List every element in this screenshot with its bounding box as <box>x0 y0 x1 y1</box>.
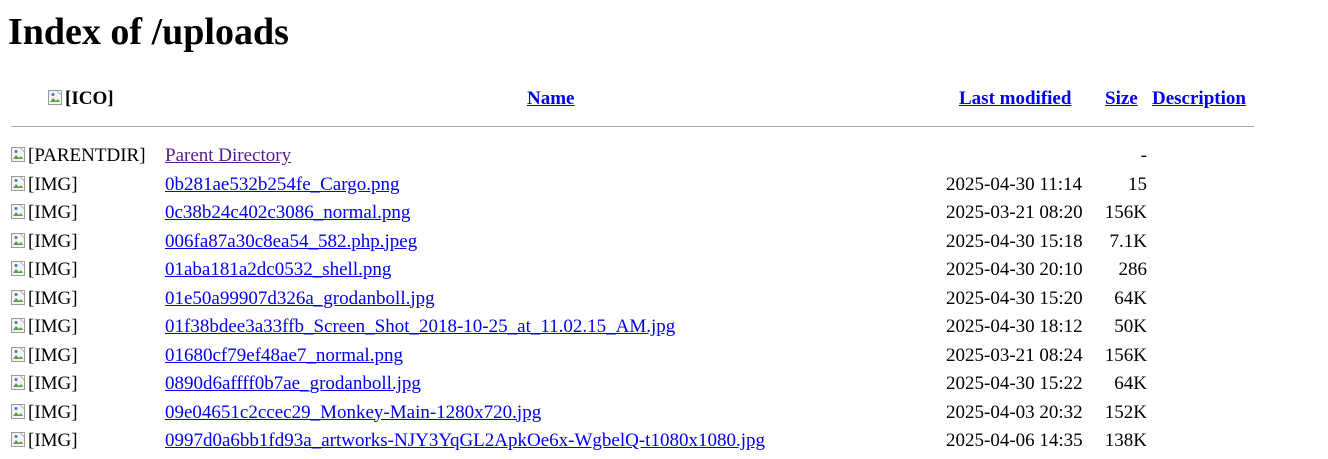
broken-image-icon <box>11 432 27 448</box>
file-row: [IMG] 09e04651c2ccec29_Monkey-Main-1280x7… <box>0 399 1328 427</box>
broken-image-icon <box>11 204 27 220</box>
sort-by-name-link[interactable]: Name <box>527 88 574 109</box>
file-link[interactable]: 0c38b24c402c3086_normal.png <box>165 199 410 227</box>
file-row: [IMG] 0c38b24c402c3086_normal.png 2025-03-… <box>0 199 1328 227</box>
sort-by-description-link[interactable]: Description <box>1152 88 1246 109</box>
icon-alt-text: [IMG] <box>28 202 78 223</box>
icon-alt-text: [IMG] <box>28 373 78 394</box>
file-link[interactable]: 01aba181a2dc0532_shell.png <box>165 256 391 284</box>
page-title: Index of /uploads <box>8 11 289 53</box>
size-value: 286 <box>1118 259 1148 280</box>
file-link[interactable]: 0b281ae532b254fe_Cargo.png <box>165 171 399 199</box>
last-modified-value: 2025-03-21 08:24 <box>946 344 1083 366</box>
last-modified-value: 2025-04-30 20:10 <box>946 259 1083 280</box>
row-icon-cell: [IMG] <box>11 228 78 256</box>
size-value: 64K <box>1114 373 1147 394</box>
size-value: 156K <box>1104 202 1147 223</box>
size-value: - <box>1140 145 1147 166</box>
broken-image-icon <box>11 175 27 192</box>
size-value: 156K <box>1104 344 1147 366</box>
icon-alt-text: [IMG] <box>28 259 78 280</box>
last-modified-value: 2025-03-21 08:20 <box>946 202 1083 223</box>
parent-directory-row: [PARENTDIR] Parent Directory - <box>0 142 1328 170</box>
row-icon-cell: [IMG] <box>11 256 78 284</box>
file-row: [IMG] 0b281ae532b254fe_Cargo.png 2025-04-3… <box>0 171 1328 199</box>
file-link[interactable]: 09e04651c2ccec29_Monkey-Main-1280x720.jp… <box>165 399 541 427</box>
last-modified-value: 2025-04-30 15:22 <box>946 373 1083 394</box>
file-link[interactable]: 01f38bdee3a33ffb_Screen_Shot_2018-10-25_… <box>165 313 675 341</box>
icon-alt-text: [IMG] <box>28 344 78 366</box>
icon-alt-text: [IMG] <box>28 230 78 252</box>
broken-image-icon <box>11 375 27 391</box>
broken-image-icon <box>11 346 27 363</box>
broken-image-icon <box>11 403 27 420</box>
broken-image-icon <box>11 289 27 306</box>
file-link[interactable]: 0997d0a6bb1fd93a_artworks-NJY3YqGL2ApkOe… <box>165 427 765 455</box>
header-icon-alt: [ICO] <box>65 88 114 109</box>
file-row: [IMG] 01f38bdee3a33ffb_Screen_Shot_2018-1… <box>0 313 1328 341</box>
icon-alt-text: [IMG] <box>28 316 78 337</box>
row-icon-cell: [IMG] <box>11 370 78 398</box>
file-link[interactable]: 0890d6affff0b7ae_grodanboll.jpg <box>165 370 421 398</box>
broken-image-icon <box>11 318 27 334</box>
sort-by-last-modified-link[interactable]: Last modified <box>959 88 1071 109</box>
last-modified-value: 2025-04-30 18:12 <box>946 316 1083 337</box>
sort-by-size-link[interactable]: Size <box>1105 88 1138 109</box>
last-modified-value: 2025-04-06 14:35 <box>946 430 1083 451</box>
row-icon-cell: [PARENTDIR] <box>11 142 146 170</box>
size-value: 50K <box>1114 316 1147 337</box>
size-value: 64K <box>1114 287 1147 309</box>
file-row: [IMG] 0890d6affff0b7ae_grodanboll.jpg 2025… <box>0 370 1328 398</box>
file-link[interactable]: 006fa87a30c8ea54_582.php.jpeg <box>165 228 417 256</box>
icon-alt-text: [PARENTDIR] <box>28 145 146 166</box>
header-icon-column: [ICO] <box>48 86 114 112</box>
file-link[interactable]: 01e50a99907d326a_grodanboll.jpg <box>165 285 435 313</box>
header-divider <box>11 126 1254 127</box>
row-icon-cell: [IMG] <box>11 285 78 313</box>
last-modified-value: 2025-04-03 20:32 <box>946 401 1083 423</box>
last-modified-value: 2025-04-30 15:18 <box>946 230 1083 252</box>
icon-alt-text: [IMG] <box>28 287 78 309</box>
size-value: 7.1K <box>1109 230 1147 252</box>
broken-image-icon <box>11 261 27 277</box>
file-row: [IMG] 01aba181a2dc0532_shell.png 2025-04-3… <box>0 256 1328 284</box>
size-value: 15 <box>1128 173 1147 195</box>
row-icon-cell: [IMG] <box>11 171 78 199</box>
row-icon-cell: [IMG] <box>11 427 78 455</box>
broken-image-icon <box>48 90 64 106</box>
file-link[interactable]: 01680cf79ef48ae7_normal.png <box>165 342 403 370</box>
broken-image-icon <box>11 232 27 249</box>
row-icon-cell: [IMG] <box>11 313 78 341</box>
size-value: 152K <box>1104 401 1147 423</box>
file-row: [IMG] 01e50a99907d326a_grodanboll.jpg 2025… <box>0 285 1328 313</box>
broken-image-icon <box>11 147 27 163</box>
icon-alt-text: [IMG] <box>28 430 78 451</box>
file-row: [IMG] 006fa87a30c8ea54_582.php.jpeg 2025-0… <box>0 228 1328 256</box>
icon-alt-text: [IMG] <box>28 173 78 195</box>
last-modified-value: 2025-04-30 15:20 <box>946 287 1083 309</box>
row-icon-cell: [IMG] <box>11 199 78 227</box>
row-icon-cell: [IMG] <box>11 399 78 427</box>
parent-directory-link[interactable]: Parent Directory <box>165 142 291 170</box>
file-row: [IMG] 01680cf79ef48ae7_normal.png 2025-03-… <box>0 342 1328 370</box>
row-icon-cell: [IMG] <box>11 342 78 370</box>
file-row: [IMG] 0997d0a6bb1fd93a_artworks-NJY3YqGL2… <box>0 427 1328 455</box>
size-value: 138K <box>1104 430 1147 451</box>
icon-alt-text: [IMG] <box>28 401 78 423</box>
last-modified-value: 2025-04-30 11:14 <box>946 173 1082 195</box>
